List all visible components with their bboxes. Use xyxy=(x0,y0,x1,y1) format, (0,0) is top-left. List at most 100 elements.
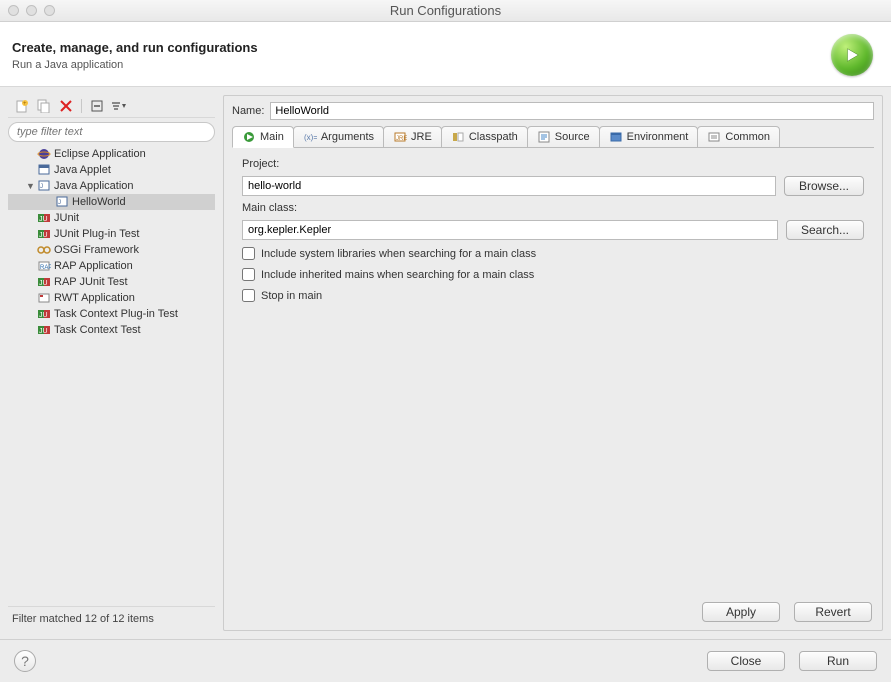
tree-item[interactable]: RAPRAP Application xyxy=(8,258,215,274)
name-label: Name: xyxy=(232,105,264,117)
tab-environment[interactable]: Environment xyxy=(599,126,699,147)
tree-item-label: RWT Application xyxy=(54,292,135,304)
stop-in-main-checkbox[interactable] xyxy=(242,289,255,302)
svg-text:JU: JU xyxy=(39,232,48,239)
tree-item[interactable]: OSGi Framework xyxy=(8,242,215,258)
include-syslib-label: Include system libraries when searching … xyxy=(261,248,536,260)
svg-text:JU: JU xyxy=(39,328,48,335)
tree-item[interactable]: JU Task Context Plug-in Test xyxy=(8,306,215,322)
rap-icon: RAP xyxy=(36,259,52,273)
tree-item[interactable]: ▼ J Java Application xyxy=(8,178,215,194)
browse-button[interactable]: Browse... xyxy=(784,176,864,196)
main-icon xyxy=(242,130,256,144)
window-close-button[interactable] xyxy=(8,5,19,16)
tree-item[interactable]: Java Applet xyxy=(8,162,215,178)
close-button[interactable]: Close xyxy=(707,651,785,671)
mainclass-input[interactable] xyxy=(242,220,778,240)
junit-icon: JU xyxy=(36,227,52,241)
svg-text:RAP: RAP xyxy=(40,265,51,271)
svg-text:J: J xyxy=(40,184,43,190)
tree-item[interactable]: JU JUnit xyxy=(8,210,215,226)
tree-item[interactable]: JHelloWorld xyxy=(8,194,215,210)
tab-arguments[interactable]: (x)=Arguments xyxy=(293,126,384,147)
duplicate-config-button[interactable] xyxy=(34,97,54,115)
env-icon xyxy=(609,130,623,144)
tree-item-label: Java Application xyxy=(54,180,134,192)
jre-icon: JRE xyxy=(393,130,407,144)
dialog-footer: ? Close Run xyxy=(0,639,891,682)
eclipse-icon xyxy=(36,147,52,161)
args-icon: (x)= xyxy=(303,130,317,144)
right-panel: Name: Main (x)=Arguments JRE JRE Classpath So… xyxy=(223,95,883,631)
tree-item[interactable]: JU JUnit Plug-in Test xyxy=(8,226,215,242)
disclosure-icon: ▼ xyxy=(26,181,36,191)
svg-text:JU: JU xyxy=(39,216,48,223)
junit-icon: JU xyxy=(36,275,52,289)
dialog-header: Create, manage, and run configurations R… xyxy=(0,22,891,87)
header-title: Create, manage, and run configurations xyxy=(12,40,258,55)
tab-common[interactable]: Common xyxy=(697,126,780,147)
tree-item-label: JUnit xyxy=(54,212,79,224)
tree-item[interactable]: Eclipse Application xyxy=(8,146,215,162)
filter-input[interactable] xyxy=(8,122,215,142)
svg-text:+: + xyxy=(23,101,27,107)
include-inherited-row[interactable]: Include inherited mains when searching f… xyxy=(242,267,864,282)
tab-main-body: Project: Browse... Main class: Search...… xyxy=(232,147,874,594)
delete-config-button[interactable] xyxy=(56,97,76,115)
tree-item-label: Task Context Plug-in Test xyxy=(54,308,178,320)
tree-item-label: Eclipse Application xyxy=(54,148,146,160)
apply-button[interactable]: Apply xyxy=(702,602,780,622)
tab-label: JRE xyxy=(411,131,432,143)
run-icon xyxy=(831,34,873,76)
run-button[interactable]: Run xyxy=(799,651,877,671)
osgi-icon xyxy=(36,243,52,257)
tab-source[interactable]: Source xyxy=(527,126,600,147)
tree-item-label: RAP JUnit Test xyxy=(54,276,128,288)
tree-item[interactable]: JUTask Context Test xyxy=(8,322,215,338)
tree-item[interactable]: RWT Application xyxy=(8,290,215,306)
tab-main[interactable]: Main xyxy=(232,126,294,148)
project-input[interactable] xyxy=(242,176,776,196)
tree-item-label: Java Applet xyxy=(54,164,111,176)
junit-icon: JU xyxy=(36,211,52,225)
svg-text:(x)=: (x)= xyxy=(304,133,317,142)
window-minimize-button[interactable] xyxy=(26,5,37,16)
config-tree[interactable]: Eclipse Application Java Applet ▼ J Java App… xyxy=(8,146,215,606)
tree-item[interactable]: JU RAP JUnit Test xyxy=(8,274,215,290)
source-icon xyxy=(537,130,551,144)
tab-classpath[interactable]: Classpath xyxy=(441,126,528,147)
help-button[interactable]: ? xyxy=(14,650,36,672)
rwt-icon xyxy=(36,291,52,305)
svg-text:JU: JU xyxy=(39,312,48,319)
left-panel: + Eclipse Application Java Applet ▼ J Java A… xyxy=(8,95,215,631)
include-syslib-row[interactable]: Include system libraries when searching … xyxy=(242,246,864,261)
collapse-all-button[interactable] xyxy=(87,97,107,115)
name-input[interactable] xyxy=(270,102,874,120)
java-icon: J xyxy=(36,179,52,193)
junit-icon: JU xyxy=(36,307,52,321)
search-button[interactable]: Search... xyxy=(786,220,864,240)
tab-label: Classpath xyxy=(469,131,518,143)
tree-item-label: JUnit Plug-in Test xyxy=(54,228,139,240)
window-zoom-button[interactable] xyxy=(44,5,55,16)
new-config-button[interactable]: + xyxy=(12,97,32,115)
applet-icon xyxy=(36,163,52,177)
stop-in-main-row[interactable]: Stop in main xyxy=(242,288,864,303)
classpath-icon xyxy=(451,130,465,144)
tab-jre[interactable]: JRE JRE xyxy=(383,126,442,147)
tab-label: Main xyxy=(260,131,284,143)
java-icon: J xyxy=(54,195,70,209)
include-syslib-checkbox[interactable] xyxy=(242,247,255,260)
revert-button[interactable]: Revert xyxy=(794,602,872,622)
filter-dropdown-button[interactable] xyxy=(109,97,129,115)
tree-item-label: RAP Application xyxy=(54,260,133,272)
common-icon xyxy=(707,130,721,144)
config-toolbar: + xyxy=(8,95,215,118)
tab-label: Source xyxy=(555,131,590,143)
include-inherited-checkbox[interactable] xyxy=(242,268,255,281)
junit-icon: JU xyxy=(36,323,52,337)
filter-status: Filter matched 12 of 12 items xyxy=(8,606,215,631)
svg-text:JU: JU xyxy=(39,280,48,287)
svg-text:J: J xyxy=(58,200,61,206)
stop-in-main-label: Stop in main xyxy=(261,290,322,302)
